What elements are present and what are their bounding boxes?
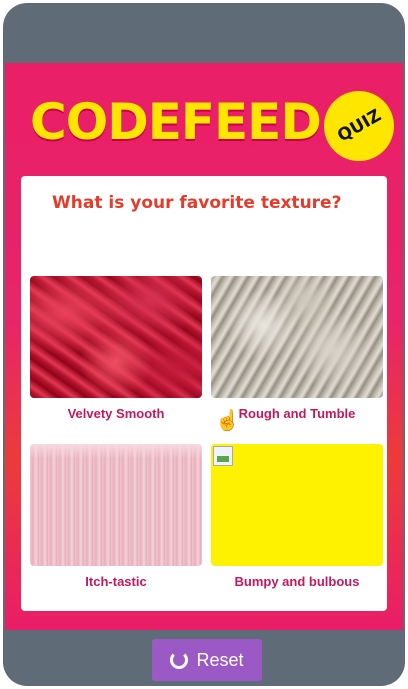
answer-option-velvety-smooth[interactable]: Velvety Smooth (30, 276, 202, 421)
quiz-badge: QUIZ (324, 91, 394, 161)
answer-option-itch-tastic[interactable]: Itch-tastic (30, 444, 202, 589)
device-frame: CODEFEED QUIZ What is your favorite text… (3, 3, 405, 686)
answer-option-rough-and-tumble[interactable]: Rough and Tumble (211, 276, 383, 421)
answer-label[interactable]: Itch-tastic (30, 574, 202, 589)
reset-label: Reset (196, 649, 244, 670)
answer-label[interactable]: Bumpy and bulbous (211, 574, 383, 589)
broken-image-icon (213, 446, 233, 466)
answer-option-bumpy-and-bulbous[interactable]: Bumpy and bulbous (211, 444, 383, 589)
reset-button[interactable]: Reset (152, 639, 262, 681)
answer-label[interactable]: Velvety Smooth (30, 406, 202, 421)
refresh-icon (170, 651, 189, 669)
fiberglass-image[interactable] (30, 444, 202, 566)
hand-cursor-icon: ☝ (215, 410, 240, 432)
question-title: What is your favorite texture? (52, 193, 342, 213)
rock-texture-image[interactable] (211, 276, 383, 398)
logo-text: CODEFEED (30, 93, 322, 151)
badge-text: QUIZ (333, 105, 385, 147)
broken-image[interactable] (211, 444, 383, 566)
quiz-screen: CODEFEED QUIZ What is your favorite text… (5, 63, 403, 630)
red-velvet-image[interactable] (30, 276, 202, 398)
codefeed-logo: CODEFEED QUIZ (30, 91, 394, 161)
question-card: What is your favorite texture? Velvety S… (21, 176, 387, 611)
